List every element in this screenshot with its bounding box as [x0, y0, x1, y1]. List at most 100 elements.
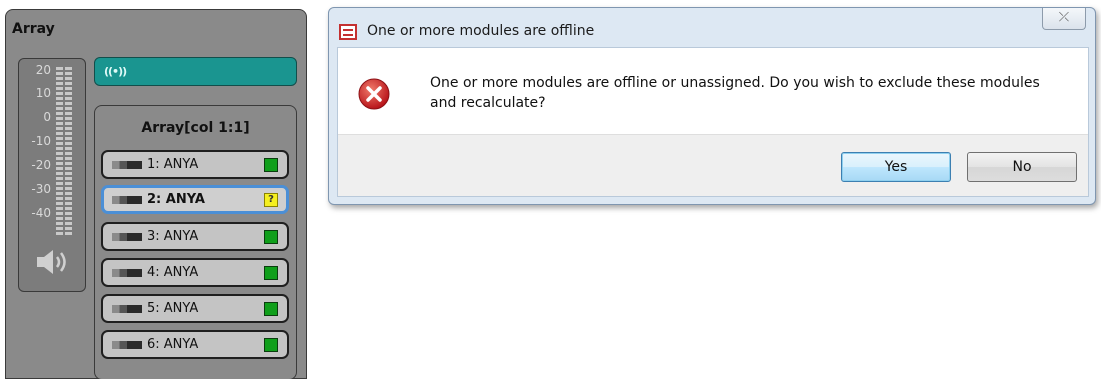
meter-segment — [65, 97, 72, 100]
meter-segment — [65, 182, 72, 185]
meter-segment — [65, 222, 72, 225]
module-label: 3: ANYA — [147, 229, 199, 244]
meter-segment — [65, 147, 72, 150]
meter-segment — [56, 112, 63, 115]
module-status-led — [264, 230, 278, 244]
meter-segment — [56, 162, 63, 165]
meter-segment — [56, 147, 63, 150]
meter-segment — [56, 217, 63, 220]
module-chip-icon — [112, 305, 142, 313]
meter-segment — [56, 102, 63, 105]
meter-segment — [65, 152, 72, 155]
module-label: 4: ANYA — [147, 265, 199, 280]
module-item[interactable]: 6: ANYA — [101, 330, 289, 359]
module-label: 6: ANYA — [147, 337, 199, 352]
meter-segment — [65, 67, 72, 70]
meter-segment — [56, 117, 63, 120]
meter-segment — [65, 102, 72, 105]
meter-segment — [56, 107, 63, 110]
speaker-icon[interactable] — [35, 249, 71, 275]
meter-segment — [65, 117, 72, 120]
meter-segment — [65, 132, 72, 135]
meter-segment — [56, 72, 63, 75]
yes-button[interactable]: Yes — [841, 152, 951, 182]
panel-title: Array — [12, 21, 55, 37]
meter-segment — [56, 202, 63, 205]
meter-segment — [56, 132, 63, 135]
app-icon — [339, 24, 357, 40]
module-label: 2: ANYA — [147, 192, 205, 207]
meter-segment — [56, 197, 63, 200]
signal-status-bar[interactable]: ((•)) — [94, 57, 297, 86]
meter-segment — [65, 212, 72, 215]
meter-segment — [56, 222, 63, 225]
error-icon — [358, 78, 390, 110]
meter-segment — [65, 197, 72, 200]
module-status-led — [264, 158, 278, 172]
module-item[interactable]: 3: ANYA — [101, 222, 289, 251]
module-status-led — [264, 302, 278, 316]
meter-segment — [56, 152, 63, 155]
no-button[interactable]: No — [967, 152, 1077, 182]
signal-icon: ((•)) — [104, 65, 127, 78]
meter-segment — [56, 92, 63, 95]
meter-label: -20 — [31, 158, 51, 172]
meter-segment — [56, 232, 63, 235]
module-item[interactable]: 5: ANYA — [101, 294, 289, 323]
meter-segment — [65, 87, 72, 90]
meter-segment — [56, 177, 63, 180]
meter-segment — [65, 72, 72, 75]
offline-modules-dialog: One or more modules are offline ⤫ One or… — [328, 7, 1096, 205]
meter-segment — [65, 92, 72, 95]
meter-segment — [56, 167, 63, 170]
meter-segment — [56, 142, 63, 145]
module-item-selected[interactable]: 2: ANYA ? — [101, 185, 289, 214]
meter-segment — [56, 137, 63, 140]
meter-segment — [65, 157, 72, 160]
module-label: 5: ANYA — [147, 301, 199, 316]
meter-segment — [56, 182, 63, 185]
meter-segment — [56, 172, 63, 175]
meter-segment — [56, 97, 63, 100]
meter-segment — [65, 207, 72, 210]
dialog-title: One or more modules are offline — [367, 23, 595, 39]
meter-segment — [65, 77, 72, 80]
meter-segment — [65, 202, 72, 205]
module-chip-icon — [112, 161, 142, 169]
module-status-unknown-icon: ? — [264, 193, 278, 207]
meter-segment — [65, 82, 72, 85]
meter-segment — [65, 112, 72, 115]
meter-segment — [56, 67, 63, 70]
meter-segment — [65, 227, 72, 230]
meter-label: -30 — [31, 182, 51, 196]
meter-segment — [65, 127, 72, 130]
meter-label: 10 — [35, 86, 51, 100]
meter-label: -40 — [31, 206, 51, 220]
module-label: 1: ANYA — [147, 157, 199, 172]
module-chip-icon — [112, 196, 142, 204]
meter-bar-right — [65, 67, 72, 237]
meter-segment — [56, 212, 63, 215]
meter-segment — [65, 107, 72, 110]
module-item[interactable]: 4: ANYA — [101, 258, 289, 287]
close-button[interactable]: ⤫ — [1042, 8, 1086, 30]
module-status-led — [264, 338, 278, 352]
meter-segment — [65, 192, 72, 195]
dialog-body: One or more modules are offline or unass… — [337, 47, 1089, 197]
module-chip-icon — [112, 341, 142, 349]
meter-segment — [56, 82, 63, 85]
meter-segment — [65, 187, 72, 190]
meter-segment — [65, 177, 72, 180]
meter-segment — [65, 137, 72, 140]
module-status-led — [264, 266, 278, 280]
meter-segment — [65, 142, 72, 145]
meter-label: 0 — [43, 110, 51, 124]
meter-segment — [56, 87, 63, 90]
module-chip-icon — [112, 269, 142, 277]
meter-segment — [65, 162, 72, 165]
meter-segment — [56, 77, 63, 80]
meter-segment — [56, 227, 63, 230]
meter-segment — [65, 217, 72, 220]
module-item[interactable]: 1: ANYA — [101, 150, 289, 179]
meter-segment — [65, 232, 72, 235]
